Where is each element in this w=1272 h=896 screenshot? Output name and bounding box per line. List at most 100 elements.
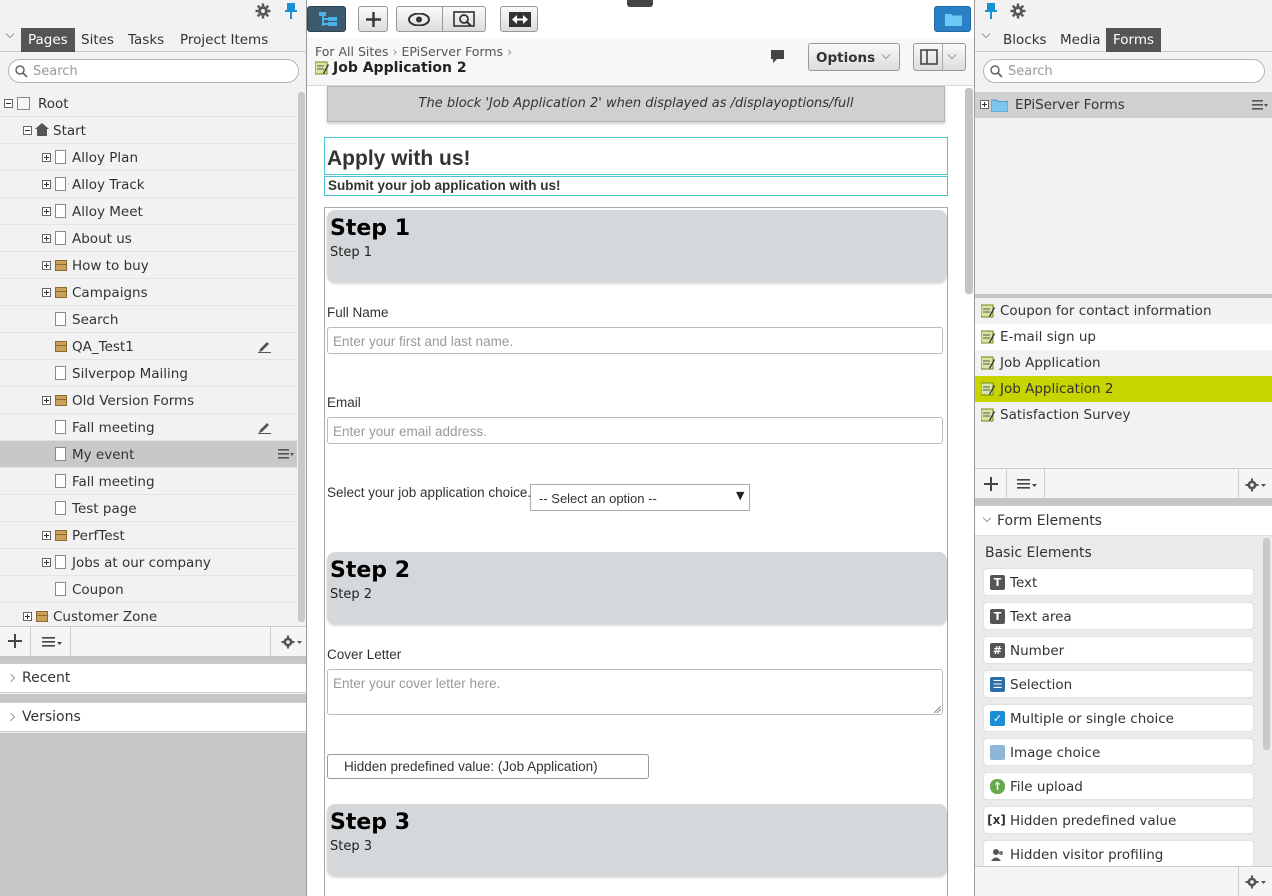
email-input[interactable]: Enter your email address. (327, 417, 943, 444)
form-list-item[interactable]: E-mail sign up (975, 324, 1272, 350)
settings-gear-icon[interactable] (1245, 875, 1267, 889)
tree-item[interactable]: Old Version Forms (0, 387, 297, 414)
element-number[interactable]: # Number (983, 636, 1254, 664)
tree-item[interactable]: QA_Test1 (0, 333, 297, 360)
expand-toggle[interactable] (42, 396, 51, 405)
form-list-item[interactable]: Satisfaction Survey (975, 402, 1272, 428)
tree-item[interactable]: Jobs at our company (0, 549, 297, 576)
tree-item[interactable]: Campaigns (0, 279, 297, 306)
asset-search-input[interactable]: Search (983, 59, 1265, 83)
element-hidden-visitor[interactable]: Hidden visitor profiling (983, 840, 1254, 866)
tree-item[interactable]: PerfTest (0, 522, 297, 549)
tab-sites[interactable]: Sites (74, 28, 121, 52)
tree-item-root[interactable]: Root (0, 90, 297, 117)
pull-down-handle[interactable] (627, 0, 653, 7)
settings-gear-icon[interactable] (1245, 478, 1267, 492)
tab-pages[interactable]: Pages (21, 28, 75, 52)
expand-toggle[interactable] (42, 153, 51, 162)
element-image-choice[interactable]: Image choice (983, 738, 1254, 766)
tree-item[interactable]: Fall meeting (0, 468, 297, 495)
list-menu-icon[interactable] (1017, 479, 1037, 489)
expand-toggle[interactable] (42, 180, 51, 189)
compare-button[interactable] (500, 6, 538, 32)
add-button[interactable] (358, 6, 388, 32)
page-search-input[interactable]: Search (8, 59, 299, 83)
tree-item[interactable]: Alloy Meet (0, 198, 297, 225)
collapse-toggle[interactable] (23, 126, 32, 135)
resize-handle-icon[interactable] (933, 705, 941, 713)
tab-tasks[interactable]: Tasks (121, 28, 171, 52)
hidden-value-element[interactable]: Hidden predefined value: (Job Applicatio… (327, 754, 649, 779)
panel-splitter[interactable] (0, 656, 306, 663)
full-name-input[interactable]: Enter your first and last name. (327, 327, 943, 354)
context-menu-icon[interactable] (1252, 100, 1268, 110)
context-menu-icon[interactable] (278, 449, 294, 459)
expand-toggle[interactable] (42, 531, 51, 540)
tree-item[interactable]: Customer Zone (0, 603, 297, 626)
form-subtitle-block[interactable]: Submit your job application with us! (324, 176, 948, 196)
breadcrumb-item[interactable]: EPiServer Forms (401, 44, 503, 59)
form-list-item[interactable]: Job Application (975, 350, 1272, 376)
chevron-down-icon[interactable] (5, 29, 15, 39)
element-file-upload[interactable]: ↑ File upload (983, 772, 1254, 800)
tree-item[interactable]: How to buy (0, 252, 297, 279)
panel-splitter[interactable] (0, 694, 306, 702)
tree-item[interactable]: Fall meeting (0, 414, 297, 441)
tree-item[interactable]: Silverpop Mailing (0, 360, 297, 387)
expand-toggle[interactable] (42, 234, 51, 243)
elements-scrollbar[interactable] (1263, 538, 1270, 750)
tree-item[interactable]: Coupon (0, 576, 297, 603)
tree-item-start[interactable]: Start (0, 117, 297, 144)
preview-eye-icon[interactable] (408, 13, 430, 26)
expand-toggle[interactable] (23, 612, 32, 621)
versions-panel-header[interactable]: Versions (0, 702, 306, 732)
folder-item[interactable]: EPiServer Forms (975, 92, 1272, 118)
tab-project-items[interactable]: Project Items (173, 28, 275, 52)
tree-item[interactable]: Test page (0, 495, 297, 522)
expand-toggle[interactable] (42, 288, 51, 297)
tab-media[interactable]: Media (1053, 28, 1108, 52)
gear-icon[interactable] (255, 3, 271, 19)
recent-panel-header[interactable]: Recent (0, 663, 306, 693)
tree-item-selected[interactable]: My event (0, 441, 297, 468)
settings-gear-icon[interactable] (281, 635, 303, 649)
tree-scrollbar[interactable] (298, 92, 305, 622)
form-elements-header[interactable]: Form Elements (975, 506, 1272, 536)
tab-blocks[interactable]: Blocks (996, 28, 1054, 52)
tree-item[interactable]: Alloy Track (0, 171, 297, 198)
add-icon[interactable] (8, 634, 22, 648)
element-text-area[interactable]: T Text area (983, 602, 1254, 630)
tree-item[interactable]: Alloy Plan (0, 144, 297, 171)
comment-icon[interactable] (770, 49, 786, 64)
add-icon[interactable] (984, 477, 998, 491)
compare-preview-icon[interactable] (453, 11, 477, 28)
pin-icon[interactable] (284, 2, 298, 20)
form-list-item[interactable]: Coupon for contact information (975, 298, 1272, 324)
tab-forms[interactable]: Forms (1106, 28, 1162, 52)
list-menu-icon[interactable] (42, 637, 62, 647)
form-list-item-selected[interactable]: Job Application 2 (975, 376, 1272, 402)
element-text[interactable]: T Text (983, 568, 1254, 596)
chevron-down-icon[interactable] (981, 29, 991, 39)
layout-toggle-button[interactable] (913, 43, 966, 71)
content-scrollbar[interactable] (965, 88, 973, 294)
toggle-navigation-button[interactable] (307, 6, 346, 32)
tree-item[interactable]: About us (0, 225, 297, 252)
element-selection[interactable]: ☰ Selection (983, 670, 1254, 698)
element-hidden-predefined[interactable]: [x] Hidden predefined value (983, 806, 1254, 834)
element-multiple-choice[interactable]: ✓ Multiple or single choice (983, 704, 1254, 732)
pin-icon[interactable] (984, 2, 998, 20)
toggle-assets-button[interactable] (934, 6, 971, 32)
tree-item[interactable]: Search (0, 306, 297, 333)
cover-letter-textarea[interactable]: Enter your cover letter here. (327, 669, 943, 715)
job-choice-select[interactable]: -- Select an option -- ▼ (530, 484, 750, 511)
panel-splitter[interactable] (975, 498, 1272, 506)
options-button[interactable]: Options (808, 43, 900, 71)
gear-icon[interactable] (1010, 3, 1026, 19)
expand-toggle[interactable] (42, 558, 51, 567)
expand-toggle[interactable] (42, 207, 51, 216)
expand-toggle[interactable] (980, 100, 989, 109)
collapse-toggle[interactable] (4, 99, 13, 108)
form-title-block[interactable]: Apply with us! (324, 137, 948, 175)
expand-toggle[interactable] (42, 261, 51, 270)
